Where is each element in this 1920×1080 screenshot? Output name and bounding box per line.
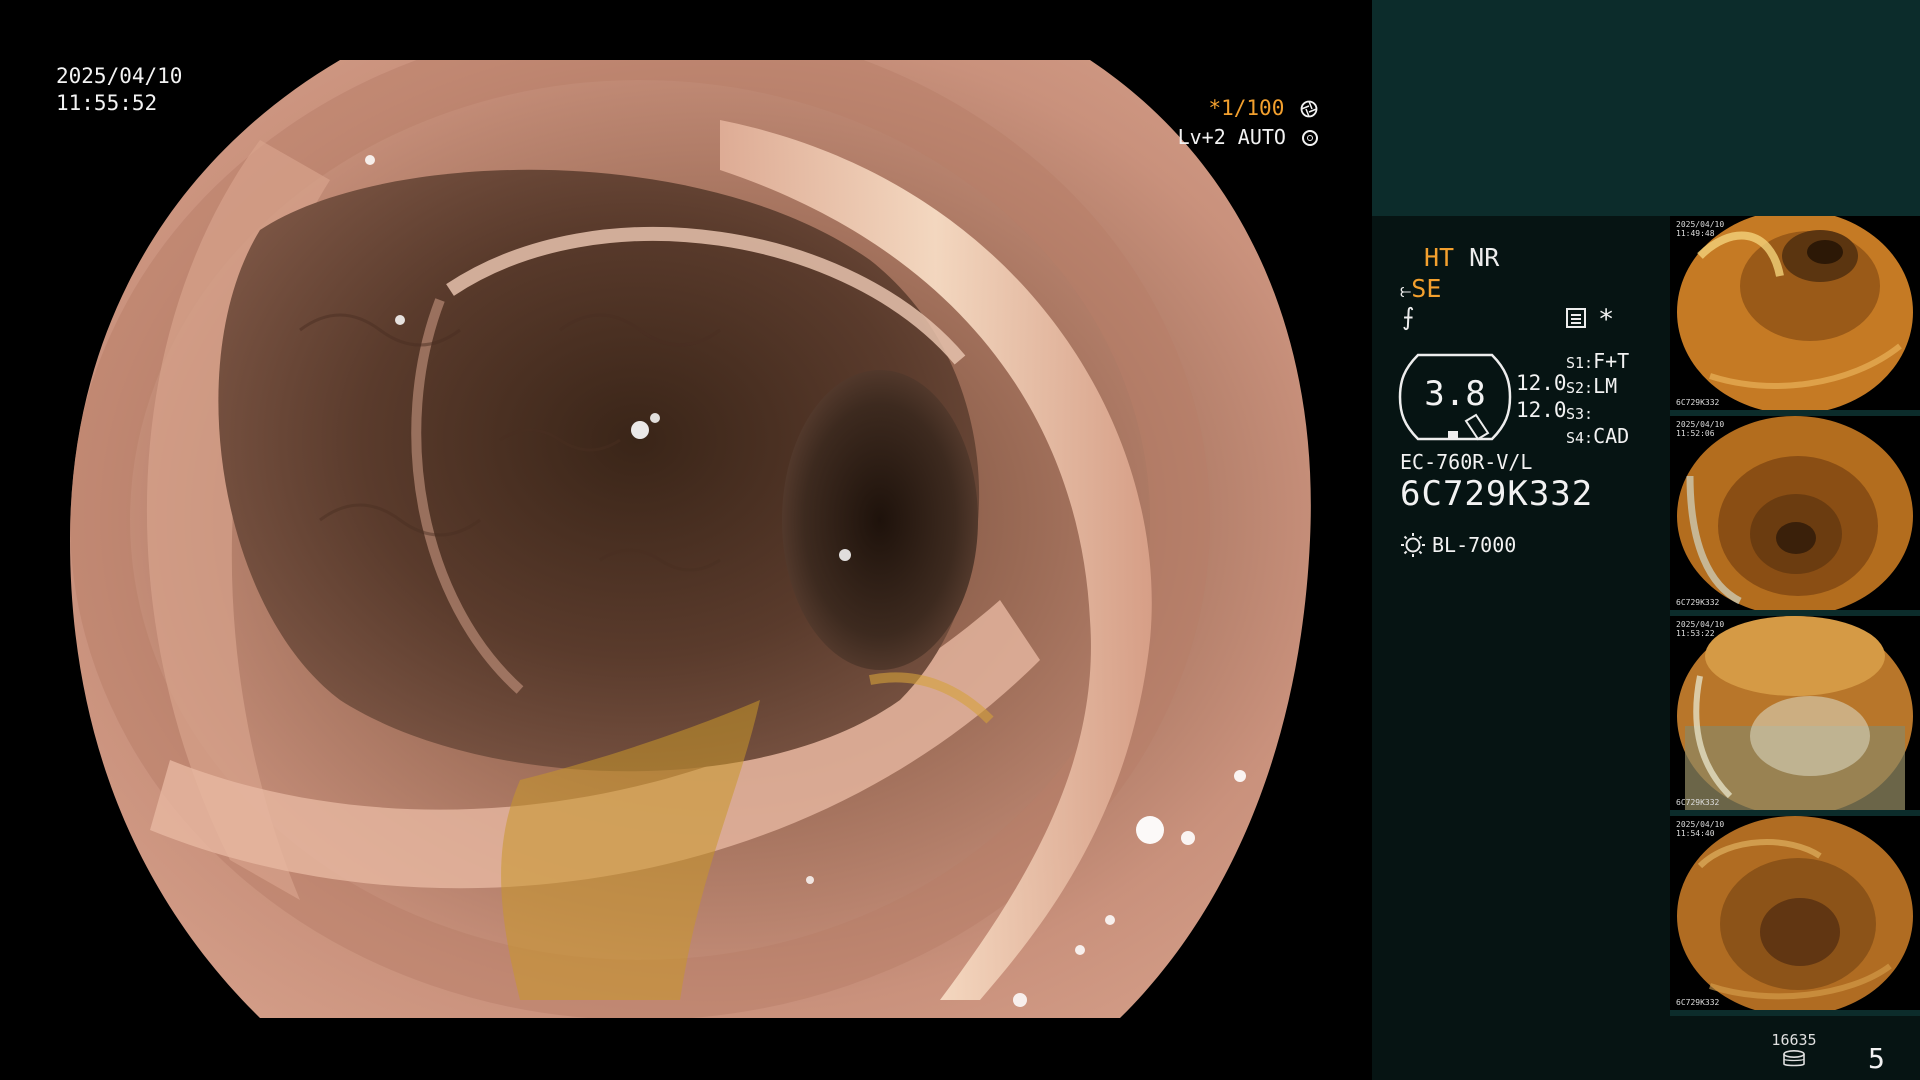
panel-header-area [1372, 0, 1920, 216]
filter-icon: ⨍ [1402, 303, 1415, 331]
date-text: 2025/04/10 [56, 64, 183, 88]
sun-icon [1401, 533, 1425, 557]
slot-s1: S1:F+T [1566, 349, 1629, 373]
slot-s2: S2:LM [1566, 374, 1617, 398]
thumbnail-stamp: 2025/04/10 11:49:48 [1676, 220, 1724, 238]
slot-value: CAD [1593, 424, 1630, 448]
ht-label: HT [1424, 243, 1455, 272]
shutter-speed: *1/100 [1208, 96, 1318, 120]
thumbnail-2[interactable]: 2025/04/10 11:52:06 6C729K332 [1670, 416, 1920, 616]
thumbnail-image [1677, 216, 1913, 414]
endoscope-live-view: 2025/04/10 11:55:52 *1/100 Lv+2 AUTO [0, 0, 1372, 1080]
thumbnail-stamp: 2025/04/10 11:53:22 [1676, 620, 1724, 638]
thumbnail-serial: 6C729K332 [1676, 598, 1720, 607]
database-icon [1783, 1050, 1805, 1067]
slot-key: S4: [1566, 429, 1594, 447]
menu-icon [1566, 308, 1586, 328]
target-icon [1302, 130, 1318, 146]
thumbnail-bar [1670, 1010, 1920, 1016]
thumbnail-stamp: 2025/04/10 11:52:06 [1676, 420, 1724, 438]
nr-label: NR [1469, 243, 1500, 272]
colon-lumen-image [70, 60, 1311, 1018]
image-counter: 16635 [1771, 1031, 1817, 1049]
timestamp: 2025/04/10 11:55:52 [56, 62, 182, 116]
page-number: 5 [1868, 1042, 1885, 1075]
side-value-1: 12.0 [1516, 371, 1567, 395]
thumbnail-date: 2025/04/10 [1676, 820, 1725, 829]
thumbnail-image [1677, 416, 1913, 616]
time-text: 11:55:52 [56, 91, 158, 115]
light-source: BL-7000 [1400, 532, 1516, 558]
pump-icon: ⥼ [1400, 278, 1412, 302]
function-glyph: ⨍ [1402, 303, 1415, 331]
endoscopy-screen: 2025/04/10 11:55:52 *1/100 Lv+2 AUTO HT … [0, 0, 1920, 1080]
slot-key: S3: [1566, 405, 1594, 423]
thumbnail-image [1677, 816, 1913, 1016]
asterisk-icon: * [1598, 304, 1615, 335]
structure-enhancement: ⥼SE [1400, 274, 1441, 303]
slot-key: S2: [1566, 379, 1594, 397]
thumbnail-date: 2025/04/10 [1676, 220, 1725, 229]
thumbnail-serial: 6C729K332 [1676, 398, 1720, 407]
slot-s3: S3: [1566, 400, 1593, 424]
brightness-level: Lv+2 AUTO [1178, 125, 1318, 149]
thumbnail-1[interactable]: 2025/04/10 11:49:48 6C729K332 [1670, 216, 1920, 416]
thumbnail-serial: 6C729K332 [1676, 798, 1720, 807]
thumbnail-serial: 6C729K332 [1676, 998, 1720, 1007]
thumbnail-stamp: 2025/04/10 11:54:40 [1676, 820, 1724, 838]
shutter-speed-text: *1/100 [1208, 96, 1285, 120]
gauge-value: 3.8 [1424, 374, 1486, 414]
enhancement-status: HT NR [1424, 243, 1499, 272]
scope-serial: 6C729K332 [1400, 474, 1594, 514]
slot-key: S1: [1566, 354, 1594, 372]
info-panel: HT NR ⥼SE ⨍ * 3.8 12.0 12.0 S1:F+T S2:LM… [1372, 0, 1920, 1080]
se-label: SE [1411, 274, 1442, 303]
thumbnail-3[interactable]: 2025/04/10 11:53:22 6C729K332 [1670, 616, 1920, 816]
brightness-level-text: Lv+2 AUTO [1177, 125, 1286, 149]
thumbnail-time: 11:52:06 [1676, 429, 1715, 438]
slot-s4: S4:CAD [1566, 424, 1629, 448]
light-source-text: BL-7000 [1432, 533, 1517, 557]
thumbnail-time: 11:49:48 [1676, 229, 1715, 238]
thumbnail-image [1677, 616, 1913, 816]
thumbnail-time: 11:54:40 [1676, 829, 1715, 838]
side-value-2: 12.0 [1516, 398, 1567, 422]
slot-value: F+T [1593, 349, 1630, 373]
scope-model: EC-760R-V/L [1400, 450, 1533, 474]
thumbnail-date: 2025/04/10 [1676, 420, 1725, 429]
thumbnail-time: 11:53:22 [1676, 629, 1715, 638]
capture-thumbnails: 2025/04/10 11:49:48 6C729K332 2025/04/10… [1670, 216, 1920, 1016]
thumbnail-date: 2025/04/10 [1676, 620, 1725, 629]
slot-value: LM [1593, 374, 1618, 398]
thumbnail-4[interactable]: 2025/04/10 11:54:40 6C729K332 [1670, 816, 1920, 1016]
aperture-icon [1300, 100, 1318, 118]
